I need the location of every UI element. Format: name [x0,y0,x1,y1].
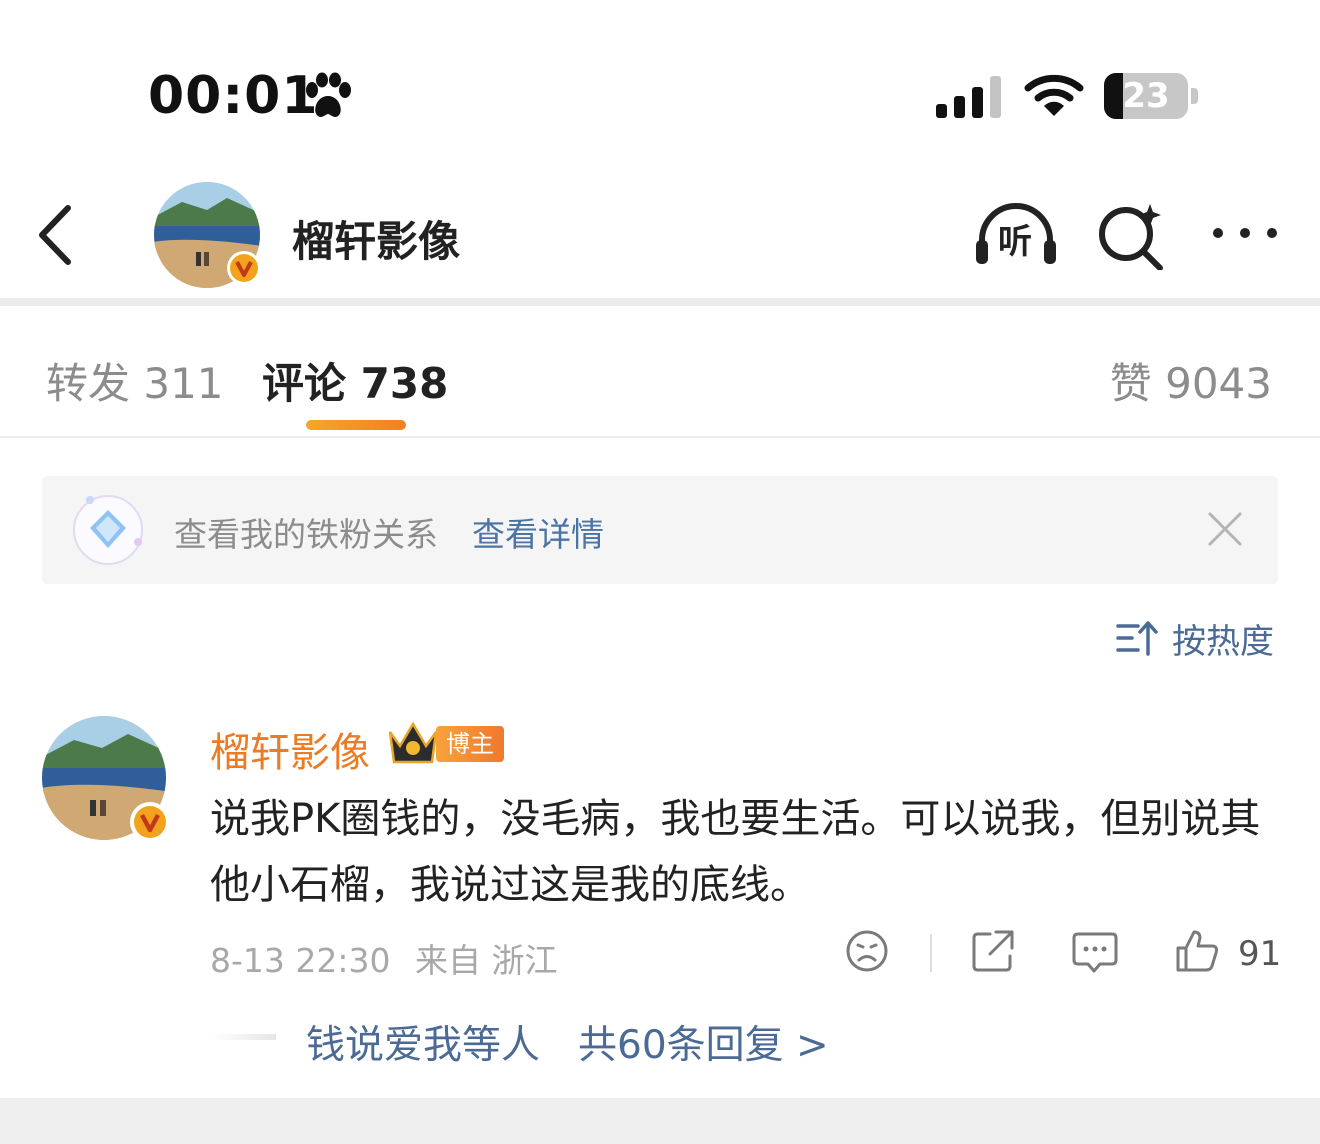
battery-level: 23 [1122,76,1170,116]
comment-avatar[interactable] [40,714,172,846]
comment-location: 来自 浙江 [415,941,558,980]
view-replies-link[interactable]: 共60条回复 > [578,1014,829,1070]
sort-toggle[interactable]: 按热度 [1116,612,1286,662]
signal-icon [936,76,1001,118]
sort-label: 按热度 [1172,622,1274,662]
share-icon[interactable] [970,928,1016,974]
replies-users[interactable]: 钱说爱我等人 [306,1014,540,1070]
battery-icon: 23 [1104,73,1188,119]
tab-active-indicator [306,420,406,430]
diamond-icon [73,495,143,565]
fan-relation-banner[interactable]: 查看我的铁粉关系 查看详情 [42,476,1278,584]
battery-cap [1191,88,1198,104]
listen-label: 听 [998,222,1032,262]
like-icon[interactable] [1174,928,1220,974]
replies-bar [212,1034,276,1040]
reply-icon[interactable] [1072,928,1118,974]
avatar[interactable] [152,180,262,290]
comment-time: 8-13 22:30 [210,941,391,980]
top-nav: 榴轩影像 听 [0,170,1320,302]
next-section-strip [0,1098,1320,1144]
tab-bar: 转发 311 评论 738 赞 9043 [0,306,1320,438]
page-title[interactable]: 榴轩影像 [292,208,460,269]
search-icon[interactable] [1096,200,1166,270]
status-time: 00:01 [148,66,319,126]
tab-comment[interactable]: 评论 738 [262,350,448,411]
comment-author[interactable]: 榴轩影像 [210,720,370,778]
crown-icon [388,721,438,764]
like-count: 91 [1238,934,1282,974]
comment-text: 说我PK圈钱的，没毛病，我也要生活。可以说我，但别说其他小石榴，我说过这是我的底… [210,796,1261,908]
close-icon[interactable] [1206,510,1244,548]
more-icon[interactable] [1208,218,1282,248]
comment-meta: 8-13 22:30 来自 浙江 [210,934,558,982]
banner-text: 查看我的铁粉关系 [174,515,438,554]
author-badge: 博主 [436,726,504,762]
sort-icon [1116,621,1158,656]
tab-likes[interactable]: 赞 9043 [1110,350,1272,411]
dislike-icon[interactable] [844,928,890,974]
status-bar: 00:01 23 [0,0,1320,170]
divider [0,298,1320,306]
paw-icon [306,72,351,117]
divider [930,934,932,972]
tab-repost[interactable]: 转发 311 [46,350,224,411]
wifi-icon [1024,74,1084,116]
banner-details-link[interactable]: 查看详情 [472,508,604,556]
back-icon[interactable] [30,200,80,270]
